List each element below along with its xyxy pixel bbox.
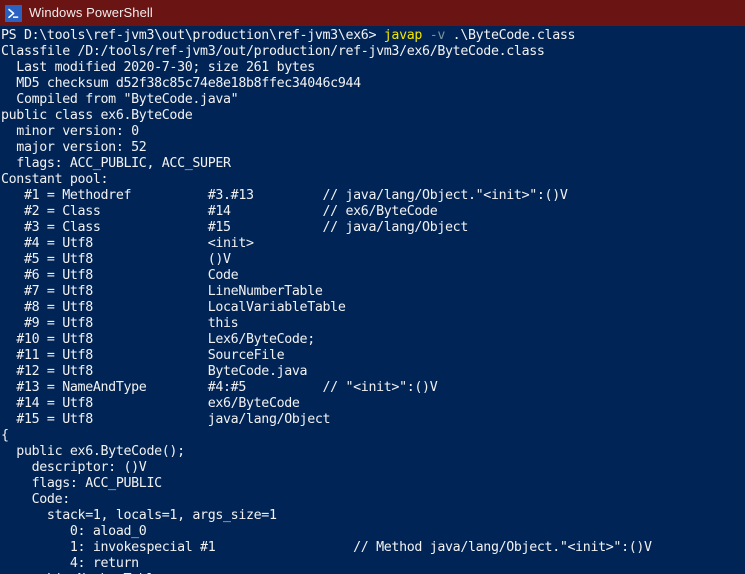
console-line: #2 = Class #14 // ex6/ByteCode: [1, 204, 438, 219]
title-bar: Windows PowerShell: [0, 0, 745, 26]
console-line: #15 = Utf8 java/lang/Object: [1, 412, 331, 427]
console-line: descriptor: ()V: [1, 460, 147, 475]
console-output-area[interactable]: PS D:\tools\ref-jvm3\out\production\ref-…: [0, 26, 745, 574]
console-line: public class ex6.ByteCode: [1, 108, 193, 123]
console-line: #7 = Utf8 LineNumberTable: [1, 284, 323, 299]
console-line: stack=1, locals=1, args_size=1: [1, 508, 277, 523]
console-line: 1: invokespecial #1 // Method java/lang/…: [1, 540, 652, 555]
powershell-window: Windows PowerShell PS D:\tools\ref-jvm3\…: [0, 0, 745, 574]
console-line: #5 = Utf8 ()V: [1, 252, 231, 267]
argument-token: .\ByteCode.class: [445, 28, 576, 43]
console-line: minor version: 0: [1, 124, 139, 139]
console-line: #10 = Utf8 Lex6/ByteCode;: [1, 332, 315, 347]
console-line: #14 = Utf8 ex6/ByteCode: [1, 396, 300, 411]
parameter-token: -v: [429, 28, 446, 43]
console-line: #4 = Utf8 <init>: [1, 236, 254, 251]
prompt-path: PS D:\tools\ref-jvm3\out\production\ref-…: [1, 28, 384, 43]
console-line: major version: 52: [1, 140, 147, 155]
console-line: #9 = Utf8 this: [1, 316, 239, 331]
space-separator: [422, 28, 430, 43]
console-line: Code:: [1, 492, 71, 507]
console-line: flags: ACC_PUBLIC, ACC_SUPER: [1, 156, 231, 171]
console-line: {: [1, 428, 9, 443]
console-line: Classfile /D:/tools/ref-jvm3/out/product…: [1, 44, 545, 59]
console-line: public ex6.ByteCode();: [1, 444, 185, 459]
console-line: MD5 checksum d52f38c85c74e8e18b8ffec3404…: [1, 76, 361, 91]
output-lines: Classfile /D:/tools/ref-jvm3/out/product…: [0, 44, 745, 574]
console-line: #11 = Utf8 SourceFile: [1, 348, 285, 363]
console-line: Compiled from "ByteCode.java": [1, 92, 239, 107]
window-title: Windows PowerShell: [29, 5, 153, 20]
console-line: #12 = Utf8 ByteCode.java: [1, 364, 308, 379]
console-line: #8 = Utf8 LocalVariableTable: [1, 300, 346, 315]
console-line: flags: ACC_PUBLIC: [1, 476, 163, 491]
console-line: #1 = Methodref #3.#13 // java/lang/Objec…: [1, 188, 568, 203]
console-line: #3 = Class #15 // java/lang/Object: [1, 220, 468, 235]
console-line: Constant pool:: [1, 172, 109, 187]
console-line: #6 = Utf8 Code: [1, 268, 239, 283]
console-line: Last modified 2020-7-30; size 261 bytes: [1, 60, 315, 75]
command-token: javap: [383, 28, 423, 43]
console-line: 0: aload_0: [1, 524, 147, 539]
console-line: #13 = NameAndType #4:#5 // "<init>":()V: [1, 380, 438, 395]
powershell-prompt-icon: [5, 4, 22, 22]
console-line: 4: return: [1, 556, 139, 571]
prompt-line: PS D:\tools\ref-jvm3\out\production\ref-…: [0, 28, 745, 44]
